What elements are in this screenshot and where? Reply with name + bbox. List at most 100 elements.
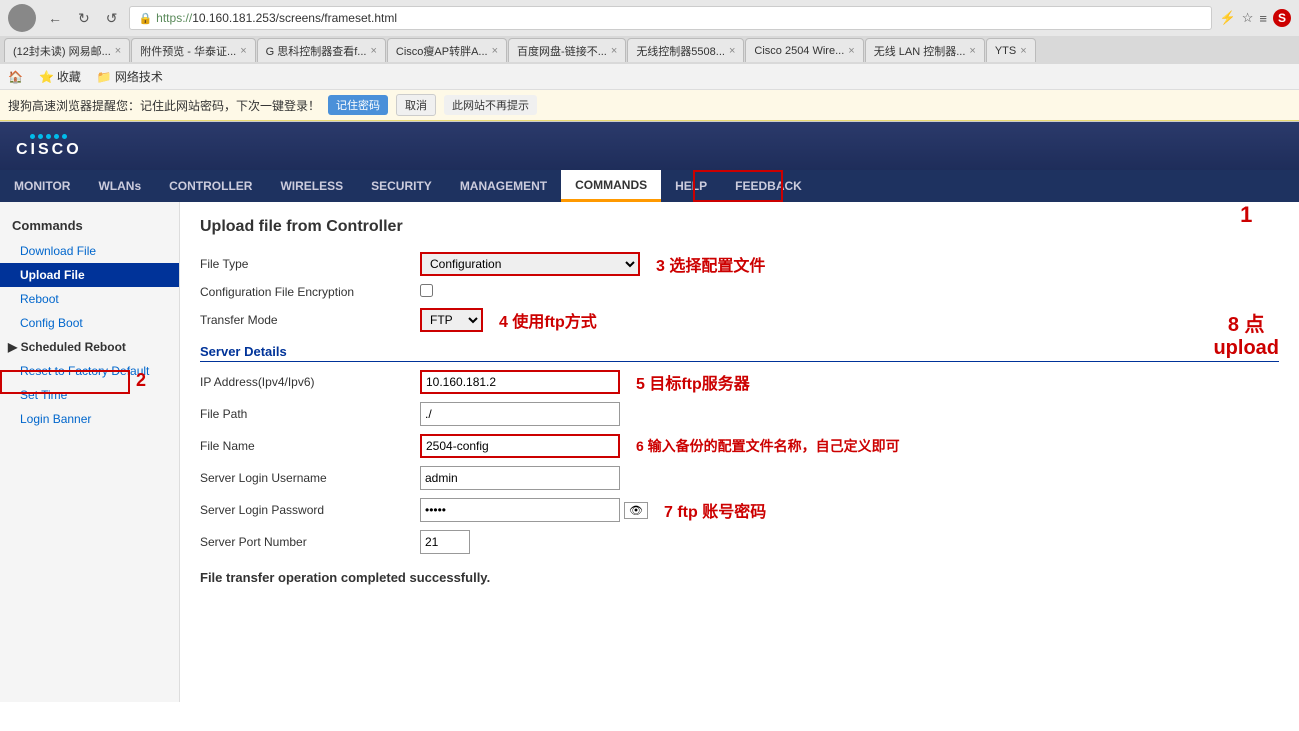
bookmark-network[interactable]: 📁 网络技术: [97, 68, 163, 85]
server-port-input[interactable]: [420, 530, 470, 554]
tab-1-close[interactable]: ×: [115, 45, 121, 57]
browser-toolbar-icons: ⚡ ☆ ≡ S: [1220, 9, 1291, 27]
home-button[interactable]: 🏠: [8, 70, 23, 84]
tab-8-label: 无线 LAN 控制器...: [874, 43, 966, 59]
refresh-button[interactable]: ↻: [74, 8, 94, 29]
lock-icon: 🔒: [138, 12, 152, 25]
tab-7-label: Cisco 2504 Wire...: [754, 45, 844, 57]
sidebar-item-login-banner[interactable]: Login Banner: [0, 407, 179, 431]
tab-9-label: YTS: [995, 45, 1016, 57]
sidebar-title: Commands: [0, 210, 179, 239]
file-type-control: Configuration Event Log Message Log Trap…: [420, 252, 640, 276]
nav-management[interactable]: MANAGEMENT: [446, 170, 561, 202]
tab-4[interactable]: Cisco瘦AP转胖A... ×: [387, 38, 507, 62]
tab-6-close[interactable]: ×: [729, 45, 735, 57]
config-encryption-checkbox[interactable]: [420, 284, 433, 297]
tab-3-label: G 思科控制器查看f...: [266, 43, 367, 59]
nav-controller[interactable]: CONTROLLER: [155, 170, 266, 202]
nav-feedback[interactable]: FEEDBACK: [721, 170, 816, 202]
forward-button[interactable]: ↺: [102, 8, 122, 29]
tab-4-close[interactable]: ×: [492, 45, 498, 57]
tab-9-close[interactable]: ×: [1020, 45, 1026, 57]
save-password-button[interactable]: 记住密码: [328, 95, 388, 115]
sidebar-item-scheduled-reboot[interactable]: ▶ Scheduled Reboot: [0, 335, 179, 359]
no-show-button[interactable]: 此网站不再提示: [444, 95, 537, 115]
folder-icon: 📁: [97, 70, 112, 84]
username-label: Server Login Username: [200, 471, 420, 485]
file-path-label: File Path: [200, 407, 420, 421]
nav-wireless[interactable]: WIRELESS: [266, 170, 357, 202]
nav-security[interactable]: SECURITY: [357, 170, 446, 202]
tab-5-close[interactable]: ×: [611, 45, 617, 57]
server-port-label: Server Port Number: [200, 535, 420, 549]
annotation-8-title: 8 点: [1213, 308, 1279, 337]
tab-2[interactable]: 附件预览 - 华泰证... ×: [131, 38, 255, 62]
file-name-control: [420, 434, 620, 458]
cisco-navbar: MONITOR WLANs CONTROLLER WIRELESS SECURI…: [0, 170, 1299, 202]
transfer-mode-select[interactable]: FTP TFTP SFTP: [420, 308, 483, 332]
tab-6[interactable]: 无线控制器5508... ×: [627, 38, 744, 62]
username-control: [420, 466, 620, 490]
file-path-row: File Path: [200, 402, 1279, 426]
tab-5[interactable]: 百度网盘-链接不... ×: [508, 38, 626, 62]
annotation-6: 6 输入备份的配置文件名称，自己定义即可: [636, 436, 900, 456]
s-badge: S: [1273, 9, 1291, 27]
file-path-input[interactable]: [420, 402, 620, 426]
tab-7-close[interactable]: ×: [848, 45, 854, 57]
annotation-5: 5 目标ftp服务器: [636, 370, 750, 394]
sidebar-item-reboot[interactable]: Reboot: [0, 287, 179, 311]
nav-monitor[interactable]: MONITOR: [0, 170, 84, 202]
server-port-control: [420, 530, 470, 554]
sidebar-item-download-file[interactable]: Download File: [0, 239, 179, 263]
page-title: Upload file from Controller: [200, 218, 1279, 236]
annotation-8-sub: upload: [1213, 337, 1279, 360]
tab-8-close[interactable]: ×: [969, 45, 975, 57]
tab-3[interactable]: G 思科控制器查看f... ×: [257, 38, 386, 62]
tab-4-label: Cisco瘦AP转胖A...: [396, 43, 488, 59]
tab-3-close[interactable]: ×: [370, 45, 376, 57]
browser-avatar: [8, 4, 36, 32]
sidebar-item-config-boot[interactable]: Config Boot: [0, 311, 179, 335]
file-type-row: File Type Configuration Event Log Messag…: [200, 252, 1279, 276]
bookmark-favorites[interactable]: ⭐ 收藏: [39, 68, 81, 85]
file-path-control: [420, 402, 620, 426]
lightning-icon: ⚡: [1220, 10, 1236, 26]
tab-1[interactable]: (12封未读) 网易邮... ×: [4, 38, 130, 62]
nav-commands[interactable]: COMMANDS: [561, 170, 661, 202]
menu-icon[interactable]: ≡: [1259, 11, 1267, 26]
file-name-label: File Name: [200, 439, 420, 453]
star-icon[interactable]: ☆: [1242, 10, 1254, 26]
password-show-icon[interactable]: 👁: [624, 502, 648, 519]
annotation-4: 4 使用ftp方式: [499, 308, 597, 332]
ip-address-input[interactable]: [420, 370, 620, 394]
cisco-header: CISCO: [0, 122, 1299, 170]
bookmarks-bar: 🏠 ⭐ 收藏 📁 网络技术: [0, 64, 1299, 90]
cancel-button[interactable]: 取消: [396, 94, 436, 116]
file-name-row: File Name 6 输入备份的配置文件名称，自己定义即可: [200, 434, 1279, 458]
password-input[interactable]: [420, 498, 620, 522]
nav-help[interactable]: HELP: [661, 170, 721, 202]
sidebar-item-set-time[interactable]: Set Time: [0, 383, 179, 407]
tab-2-close[interactable]: ×: [240, 45, 246, 57]
notification-bar: 搜狗高速浏览器提醒您：记住此网站密码，下次一键登录！ 记住密码 取消 此网站不再…: [0, 90, 1299, 121]
file-type-select[interactable]: Configuration Event Log Message Log Trap…: [420, 252, 640, 276]
annotation-1: 1: [1213, 202, 1279, 228]
sidebar-item-reset-factory[interactable]: Reset to Factory Default: [0, 359, 179, 383]
tab-7[interactable]: Cisco 2504 Wire... ×: [745, 38, 863, 62]
address-bar[interactable]: 🔒 https://10.160.181.253/screens/framese…: [129, 6, 1211, 30]
file-name-input[interactable]: [420, 434, 620, 458]
tab-8[interactable]: 无线 LAN 控制器... ×: [865, 38, 985, 62]
tab-5-label: 百度网盘-链接不...: [517, 43, 607, 59]
content-area: Upload file from Controller File Type Co…: [180, 202, 1299, 702]
username-input[interactable]: [420, 466, 620, 490]
nav-wlans[interactable]: WLANs: [84, 170, 155, 202]
config-encryption-control: [420, 284, 433, 300]
back-button[interactable]: ←: [44, 8, 66, 28]
sidebar-item-upload-file[interactable]: Upload File: [0, 263, 179, 287]
notification-text: 搜狗高速浏览器提醒您：记住此网站密码，下次一键登录！: [8, 97, 320, 114]
ip-address-control: [420, 370, 620, 394]
tab-6-label: 无线控制器5508...: [636, 43, 725, 59]
tab-9[interactable]: YTS ×: [986, 38, 1036, 62]
sidebar: Commands Download File Upload File Reboo…: [0, 202, 180, 702]
username-row: Server Login Username: [200, 466, 1279, 490]
